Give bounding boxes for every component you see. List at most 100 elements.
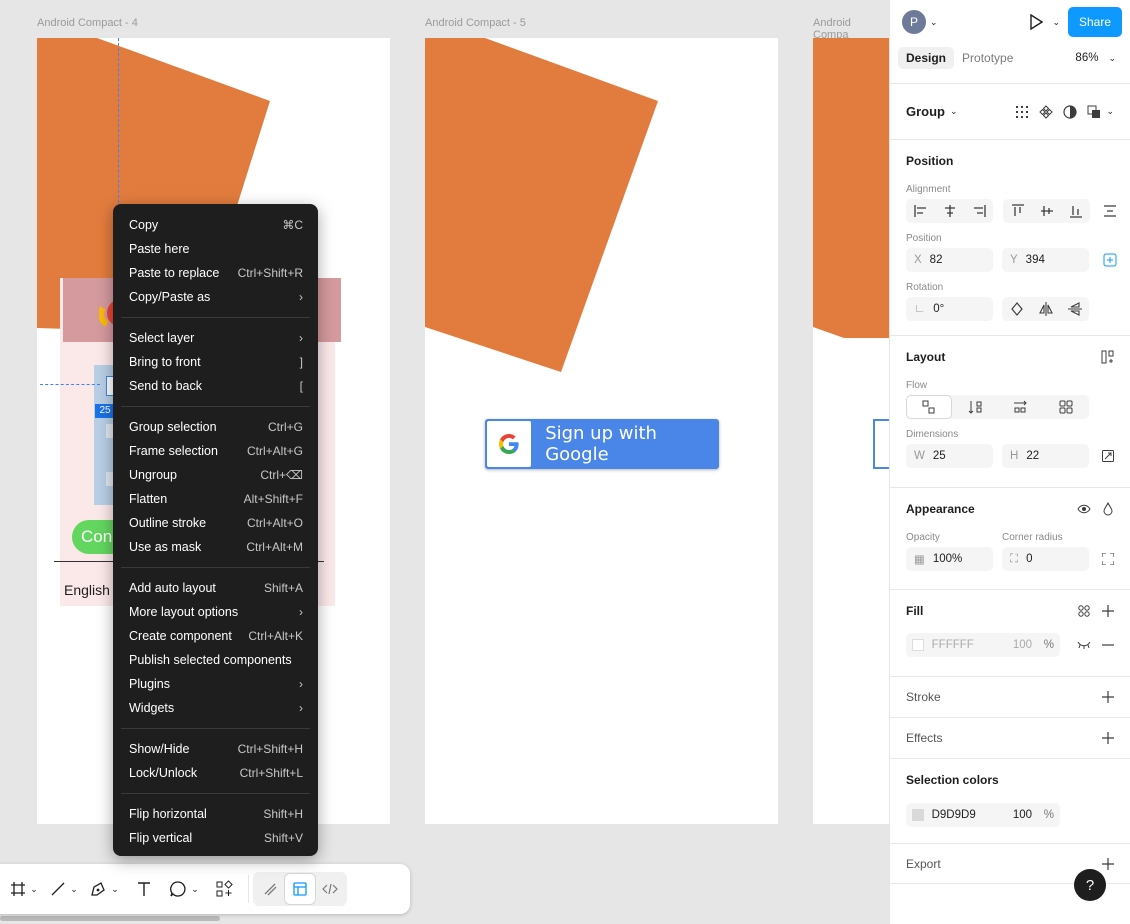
rotate-icon[interactable] xyxy=(1002,297,1031,321)
corner-radius-icon: ⛶ xyxy=(1010,552,1019,565)
menu-item-flatten[interactable]: Flatten Alt+Shift+F xyxy=(113,487,318,511)
menu-item-create-component[interactable]: Create component Ctrl+Alt+K xyxy=(113,624,318,648)
chevron-down-icon[interactable]: ⌄ xyxy=(930,17,938,28)
present-button[interactable] xyxy=(1024,10,1048,34)
chevron-down-icon[interactable]: ⌄ xyxy=(1052,17,1060,28)
flow-vertical-icon[interactable] xyxy=(952,395,998,419)
menu-item-plugins[interactable]: Plugins › xyxy=(113,672,318,696)
flow-grid-icon[interactable] xyxy=(1043,395,1089,419)
align-right-icon[interactable] xyxy=(964,199,993,223)
menu-item-send-to-back[interactable]: Send to back [ xyxy=(113,374,318,398)
chevron-down-icon[interactable]: ⌄ xyxy=(1106,106,1114,117)
sign-up-google-button[interactable]: Sign up with Google xyxy=(485,419,719,469)
menu-item-ungroup[interactable]: Ungroup Ctrl+⌫ xyxy=(113,463,318,487)
eye-icon[interactable] xyxy=(1072,502,1096,516)
menu-item-paste-here[interactable]: Paste here xyxy=(113,237,318,261)
y-field[interactable]: Y 394 xyxy=(1002,248,1089,272)
submenu-arrow-icon: › xyxy=(299,290,303,304)
comment-tool-button[interactable]: ⌄ xyxy=(164,872,204,906)
frame-tool-button[interactable]: ⌄ xyxy=(4,872,44,906)
frame-label-5[interactable]: Android Compact - 5 xyxy=(425,17,526,29)
tab-design[interactable]: Design xyxy=(898,47,955,69)
orange-shape[interactable] xyxy=(813,38,889,338)
chevron-down-icon[interactable]: ⌄ xyxy=(1108,53,1116,64)
avatar[interactable]: P xyxy=(902,10,926,34)
corner-radius-field[interactable]: ⛶ 0 xyxy=(1002,547,1089,571)
add-effect-icon[interactable] xyxy=(1096,726,1120,750)
chevron-down-icon[interactable]: ⌄ xyxy=(70,884,78,895)
help-button[interactable]: ? xyxy=(1074,869,1106,901)
mask-icon[interactable] xyxy=(1058,100,1082,124)
flow-freeform-icon[interactable] xyxy=(906,395,952,419)
remove-fill-icon[interactable] xyxy=(1096,633,1120,657)
opacity-field[interactable]: ▦ 100% xyxy=(906,547,993,571)
selection-color-swatch[interactable] xyxy=(912,809,924,821)
layer-type-label[interactable]: Group xyxy=(906,104,945,119)
text-tool-button[interactable] xyxy=(124,872,164,906)
align-top-icon[interactable] xyxy=(1003,199,1032,223)
distribute-icon[interactable] xyxy=(1098,199,1122,223)
menu-item-flip-horizontal[interactable]: Flip horizontal Shift+H xyxy=(113,802,318,826)
boolean-icon[interactable] xyxy=(1082,100,1106,124)
selection-color-field[interactable]: D9D9D9 100 % xyxy=(906,803,1060,827)
line-tool-button[interactable]: ⌄ xyxy=(44,872,84,906)
fill-swatch[interactable] xyxy=(912,639,924,651)
chevron-down-icon[interactable]: ⌄ xyxy=(111,884,119,895)
horizontal-scrollbar[interactable] xyxy=(0,916,220,921)
frame-label-4[interactable]: Android Compact - 4 xyxy=(37,17,138,29)
styles-icon[interactable] xyxy=(1072,604,1096,618)
menu-item-copy[interactable]: Copy ⌘C xyxy=(113,213,318,237)
chevron-down-icon[interactable]: ⌄ xyxy=(950,106,958,117)
menu-item-select-layer[interactable]: Select layer › xyxy=(113,326,318,350)
menu-item-copy-paste-as[interactable]: Copy/Paste as › xyxy=(113,285,318,309)
menu-item-publish-selected-components[interactable]: Publish selected components xyxy=(113,648,318,672)
draw-mode-button[interactable] xyxy=(255,874,285,904)
rotation-field[interactable]: ∟ 0° xyxy=(906,297,993,321)
align-bottom-icon[interactable] xyxy=(1061,199,1090,223)
menu-item-paste-to-replace[interactable]: Paste to replace Ctrl+Shift+R xyxy=(113,261,318,285)
menu-item-flip-vertical[interactable]: Flip vertical Shift+V xyxy=(113,826,318,850)
chevron-down-icon[interactable]: ⌄ xyxy=(30,884,38,895)
menu-item-add-auto-layout[interactable]: Add auto layout Shift+A xyxy=(113,576,318,600)
independent-corners-icon[interactable] xyxy=(1096,547,1120,571)
language-label[interactable]: English xyxy=(64,582,110,598)
fill-color-field[interactable]: FFFFFF 100 % xyxy=(906,633,1060,657)
menu-item-lock-unlock[interactable]: Lock/Unlock Ctrl+Shift+L xyxy=(113,761,318,785)
share-button[interactable]: Share xyxy=(1068,7,1122,37)
menu-item-show-hide[interactable]: Show/Hide Ctrl+Shift+H xyxy=(113,737,318,761)
add-fill-icon[interactable] xyxy=(1096,604,1120,618)
flow-horizontal-icon[interactable] xyxy=(998,395,1044,419)
chevron-down-icon[interactable]: ⌄ xyxy=(191,884,199,895)
zoom-level[interactable]: 86% xyxy=(1075,52,1098,64)
width-field[interactable]: W 25 xyxy=(906,444,993,468)
auto-layout-icon[interactable] xyxy=(1096,350,1120,364)
menu-item-more-layout-options[interactable]: More layout options › xyxy=(113,600,318,624)
google-button-partial[interactable] xyxy=(873,419,889,469)
tab-prototype[interactable]: Prototype xyxy=(954,47,1021,69)
component-icon[interactable] xyxy=(1034,100,1058,124)
design-mode-button[interactable] xyxy=(285,874,315,904)
x-field[interactable]: X 82 xyxy=(906,248,993,272)
flip-vertical-icon[interactable] xyxy=(1060,297,1089,321)
height-field[interactable]: H 22 xyxy=(1002,444,1089,468)
orange-shape[interactable] xyxy=(425,38,665,378)
flip-horizontal-icon[interactable] xyxy=(1031,297,1060,321)
pen-tool-button[interactable]: ⌄ xyxy=(84,872,124,906)
menu-item-frame-selection[interactable]: Frame selection Ctrl+Alt+G xyxy=(113,439,318,463)
grid-icon[interactable] xyxy=(1010,100,1034,124)
menu-item-outline-stroke[interactable]: Outline stroke Ctrl+Alt+O xyxy=(113,511,318,535)
align-left-icon[interactable] xyxy=(906,199,935,223)
add-stroke-icon[interactable] xyxy=(1096,685,1120,709)
menu-item-bring-to-front[interactable]: Bring to front] xyxy=(113,350,318,374)
menu-item-group-selection[interactable]: Group selection Ctrl+G xyxy=(113,415,318,439)
resize-to-fit-icon[interactable] xyxy=(1096,444,1120,468)
menu-item-use-as-mask[interactable]: Use as mask Ctrl+Alt+M xyxy=(113,535,318,559)
dev-mode-button[interactable] xyxy=(315,874,345,904)
drop-icon[interactable] xyxy=(1096,502,1120,516)
constraints-icon[interactable] xyxy=(1098,248,1122,272)
menu-item-widgets[interactable]: Widgets › xyxy=(113,696,318,720)
components-tool-button[interactable] xyxy=(204,872,244,906)
align-middle-icon[interactable] xyxy=(1032,199,1061,223)
align-center-h-icon[interactable] xyxy=(935,199,964,223)
hidden-eye-icon[interactable] xyxy=(1072,633,1096,657)
